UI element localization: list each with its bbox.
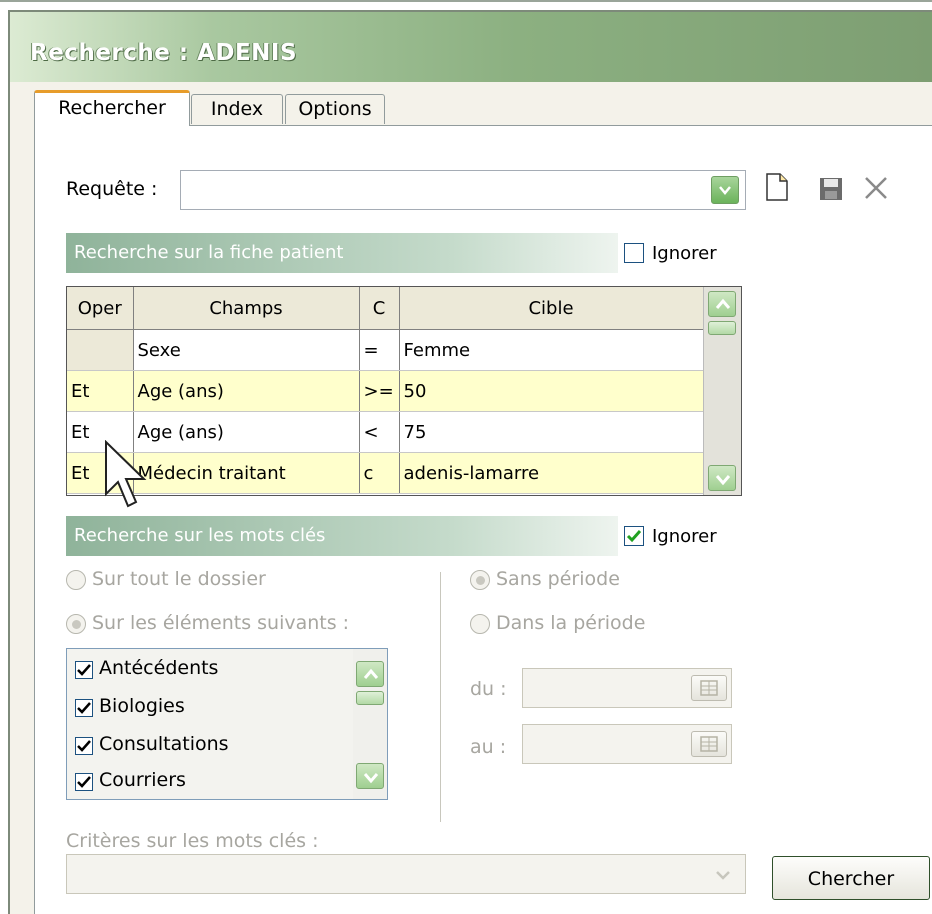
keywords-ignore-label: Ignorer xyxy=(652,526,717,547)
grid-scrollbar[interactable] xyxy=(703,287,741,495)
cell-c[interactable]: c xyxy=(359,452,400,494)
au-date-field[interactable] xyxy=(522,724,732,764)
new-document-icon[interactable] xyxy=(764,172,794,206)
scroll-up-icon[interactable] xyxy=(356,661,384,687)
cell-champ[interactable]: Médecin traitant xyxy=(133,452,360,494)
patient-ignore-label: Ignorer xyxy=(652,243,717,264)
scroll-down-icon[interactable] xyxy=(708,465,736,491)
vertical-divider xyxy=(440,572,441,822)
tab-rechercher[interactable]: Rechercher xyxy=(34,90,190,126)
title-bar[interactable]: Recherche : ADENIS xyxy=(10,12,932,82)
radio-sur-tout-le-dossier[interactable] xyxy=(66,570,86,590)
keywords-ignore-checkbox[interactable] xyxy=(624,526,644,546)
du-label: du : xyxy=(470,678,507,700)
window-title: Recherche : ADENIS xyxy=(30,40,298,66)
radio-label-dans-la-periode: Dans la période xyxy=(496,612,646,634)
table-row[interactable]: Sexe = Femme xyxy=(67,329,704,371)
checkbox-biologies[interactable] xyxy=(75,699,93,717)
table-header-row: Oper Champs C Cible xyxy=(67,287,704,330)
cell-champ[interactable]: Age (ans) xyxy=(133,411,360,453)
radio-dans-la-periode[interactable] xyxy=(470,614,490,634)
scroll-thumb[interactable] xyxy=(356,691,384,705)
cell-c[interactable]: >= xyxy=(359,370,400,412)
au-label: au : xyxy=(470,736,507,758)
radio-sans-periode[interactable] xyxy=(470,570,490,590)
list-scrollbar[interactable] xyxy=(353,649,387,799)
table-row[interactable]: Et Médecin traitant c adenis-lamarre xyxy=(67,452,704,494)
mouse-cursor-icon xyxy=(104,439,154,515)
list-item[interactable]: Biologies xyxy=(99,695,185,717)
keywords-section-header: Recherche sur les mots clés xyxy=(66,516,618,556)
chercher-button[interactable]: Chercher xyxy=(772,856,930,900)
calendar-icon[interactable] xyxy=(691,731,727,757)
patient-ignore-checkbox[interactable] xyxy=(624,243,644,263)
cell-cible[interactable]: adenis-lamarre xyxy=(399,452,704,494)
radio-label-sur-tout-le-dossier: Sur tout le dossier xyxy=(92,568,266,590)
list-item[interactable]: Courriers xyxy=(99,769,186,791)
radio-label-sur-les-elements: Sur les éléments suivants : xyxy=(92,612,350,634)
calendar-icon[interactable] xyxy=(691,675,727,701)
patient-section-header: Recherche sur la fiche patient xyxy=(66,233,618,273)
column-header-champs[interactable]: Champs xyxy=(133,287,360,330)
radio-sur-les-elements[interactable] xyxy=(66,614,86,634)
list-item[interactable]: Consultations xyxy=(99,733,229,755)
tab-index[interactable]: Index xyxy=(191,94,283,124)
checkbox-antecedents[interactable] xyxy=(75,661,93,679)
patient-criteria-grid: Oper Champs C Cible Sexe = Femme Et Age … xyxy=(66,286,742,496)
cell-cible[interactable]: 75 xyxy=(399,411,704,453)
scroll-down-icon[interactable] xyxy=(356,763,384,789)
cell-cible[interactable]: Femme xyxy=(399,329,704,371)
list-item[interactable]: Antécédents xyxy=(99,657,218,679)
cell-champ[interactable]: Age (ans) xyxy=(133,370,360,412)
tab-options[interactable]: Options xyxy=(285,94,385,124)
du-date-field[interactable] xyxy=(522,668,732,708)
requete-label: Requête : xyxy=(66,178,158,200)
checkbox-courriers[interactable] xyxy=(75,773,93,791)
requete-combo[interactable] xyxy=(180,170,746,210)
criteria-table: Oper Champs C Cible Sexe = Femme Et Age … xyxy=(67,287,704,494)
cell-oper[interactable]: Et xyxy=(67,370,134,412)
column-header-cible[interactable]: Cible xyxy=(399,287,704,330)
criteria-label: Critères sur les mots clés : xyxy=(66,830,319,852)
delete-x-icon[interactable] xyxy=(862,174,892,204)
elements-list: Antécédents Biologies Consultations Cour… xyxy=(66,648,388,800)
save-icon[interactable] xyxy=(818,176,846,204)
criteria-combo[interactable] xyxy=(66,854,746,894)
scroll-thumb[interactable] xyxy=(708,321,736,335)
cell-cible[interactable]: 50 xyxy=(399,370,704,412)
column-header-oper[interactable]: Oper xyxy=(67,287,134,330)
table-row[interactable]: Et Age (ans) >= 50 xyxy=(67,370,704,412)
top-border xyxy=(0,0,932,2)
radio-label-sans-periode: Sans période xyxy=(496,568,620,590)
cell-champ[interactable]: Sexe xyxy=(133,329,360,371)
column-header-c[interactable]: C xyxy=(359,287,400,330)
cell-oper[interactable] xyxy=(67,329,134,371)
chevron-down-icon[interactable] xyxy=(711,176,739,204)
table-row[interactable]: Et Age (ans) < 75 xyxy=(67,411,704,453)
cell-c[interactable]: < xyxy=(359,411,400,453)
scroll-up-icon[interactable] xyxy=(708,291,736,317)
chevron-down-icon[interactable] xyxy=(709,863,737,887)
cell-c[interactable]: = xyxy=(359,329,400,371)
checkbox-consultations[interactable] xyxy=(75,737,93,755)
